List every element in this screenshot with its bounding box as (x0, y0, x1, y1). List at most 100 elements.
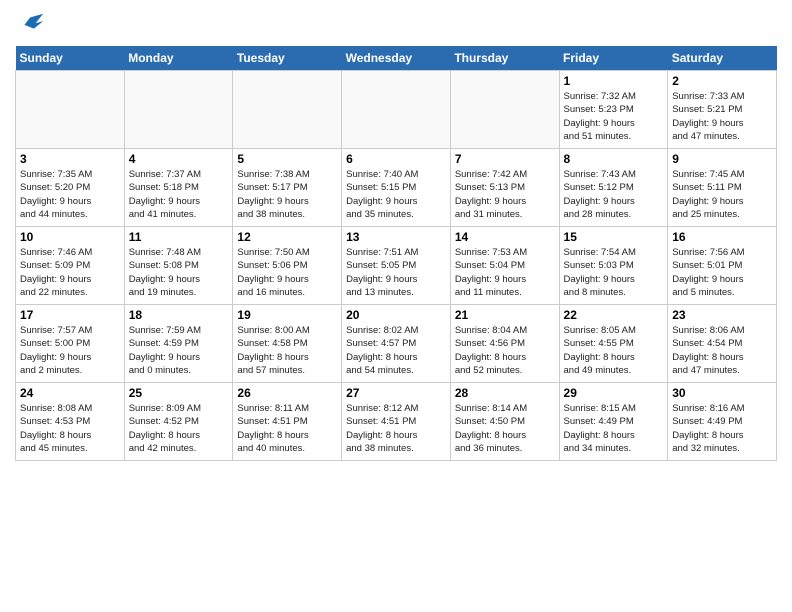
page-container: SundayMondayTuesdayWednesdayThursdayFrid… (0, 0, 792, 471)
day-number: 21 (455, 308, 555, 322)
day-number: 10 (20, 230, 120, 244)
weekday-header-wednesday: Wednesday (342, 46, 451, 71)
day-number: 7 (455, 152, 555, 166)
day-info: Sunrise: 8:00 AM Sunset: 4:58 PM Dayligh… (237, 324, 337, 377)
day-number: 15 (564, 230, 664, 244)
day-info: Sunrise: 7:59 AM Sunset: 4:59 PM Dayligh… (129, 324, 229, 377)
calendar-cell: 19 Sunrise: 8:00 AM Sunset: 4:58 PM Dayli… (233, 305, 342, 383)
day-number: 20 (346, 308, 446, 322)
calendar-cell (233, 71, 342, 149)
day-info: Sunrise: 8:16 AM Sunset: 4:49 PM Dayligh… (672, 402, 772, 455)
calendar-cell: 4 Sunrise: 7:37 AM Sunset: 5:18 PM Daylig… (124, 149, 233, 227)
day-info: Sunrise: 8:15 AM Sunset: 4:49 PM Dayligh… (564, 402, 664, 455)
day-number: 8 (564, 152, 664, 166)
weekday-header-saturday: Saturday (668, 46, 777, 71)
calendar-cell: 1Sunrise: 7:32 AM Sunset: 5:23 PM Daylig… (559, 71, 668, 149)
day-number: 5 (237, 152, 337, 166)
day-number: 3 (20, 152, 120, 166)
calendar-cell: 28Sunrise: 8:14 AM Sunset: 4:50 PM Dayli… (450, 383, 559, 461)
day-number: 29 (564, 386, 664, 400)
calendar-cell: 24 Sunrise: 8:08 AM Sunset: 4:53 PM Dayli… (16, 383, 125, 461)
day-number: 23 (672, 308, 772, 322)
calendar-cell: 30 Sunrise: 8:16 AM Sunset: 4:49 PM Dayli… (668, 383, 777, 461)
calendar-cell: 7Sunrise: 7:42 AM Sunset: 5:13 PM Daylig… (450, 149, 559, 227)
calendar-cell: 5Sunrise: 7:38 AM Sunset: 5:17 PM Daylig… (233, 149, 342, 227)
day-info: Sunrise: 7:43 AM Sunset: 5:12 PM Dayligh… (564, 168, 664, 221)
calendar-week-1: 1Sunrise: 7:32 AM Sunset: 5:23 PM Daylig… (16, 71, 777, 149)
day-number: 6 (346, 152, 446, 166)
day-info: Sunrise: 8:04 AM Sunset: 4:56 PM Dayligh… (455, 324, 555, 377)
day-number: 16 (672, 230, 772, 244)
calendar-cell (16, 71, 125, 149)
calendar-cell (124, 71, 233, 149)
calendar-table: SundayMondayTuesdayWednesdayThursdayFrid… (15, 46, 777, 461)
day-number: 24 (20, 386, 120, 400)
day-number: 25 (129, 386, 229, 400)
day-number: 1 (564, 74, 664, 88)
day-number: 26 (237, 386, 337, 400)
weekday-header-row: SundayMondayTuesdayWednesdayThursdayFrid… (16, 46, 777, 71)
day-info: Sunrise: 8:08 AM Sunset: 4:53 PM Dayligh… (20, 402, 120, 455)
day-info: Sunrise: 7:45 AM Sunset: 5:11 PM Dayligh… (672, 168, 772, 221)
day-number: 11 (129, 230, 229, 244)
calendar-week-4: 17Sunrise: 7:57 AM Sunset: 5:00 PM Dayli… (16, 305, 777, 383)
calendar-cell: 12 Sunrise: 7:50 AM Sunset: 5:06 PM Dayli… (233, 227, 342, 305)
day-info: Sunrise: 7:35 AM Sunset: 5:20 PM Dayligh… (20, 168, 120, 221)
day-info: Sunrise: 7:48 AM Sunset: 5:08 PM Dayligh… (129, 246, 229, 299)
day-number: 12 (237, 230, 337, 244)
calendar-cell: 27 Sunrise: 8:12 AM Sunset: 4:51 PM Dayli… (342, 383, 451, 461)
logo-bird-icon (17, 10, 45, 38)
day-number: 27 (346, 386, 446, 400)
calendar-cell: 29 Sunrise: 8:15 AM Sunset: 4:49 PM Dayli… (559, 383, 668, 461)
logo (15, 10, 45, 38)
weekday-header-thursday: Thursday (450, 46, 559, 71)
day-info: Sunrise: 7:37 AM Sunset: 5:18 PM Dayligh… (129, 168, 229, 221)
calendar-cell: 16Sunrise: 7:56 AM Sunset: 5:01 PM Dayli… (668, 227, 777, 305)
day-info: Sunrise: 8:12 AM Sunset: 4:51 PM Dayligh… (346, 402, 446, 455)
day-info: Sunrise: 8:11 AM Sunset: 4:51 PM Dayligh… (237, 402, 337, 455)
day-info: Sunrise: 7:46 AM Sunset: 5:09 PM Dayligh… (20, 246, 120, 299)
day-info: Sunrise: 7:40 AM Sunset: 5:15 PM Dayligh… (346, 168, 446, 221)
weekday-header-sunday: Sunday (16, 46, 125, 71)
calendar-cell: 15 Sunrise: 7:54 AM Sunset: 5:03 PM Dayli… (559, 227, 668, 305)
weekday-header-tuesday: Tuesday (233, 46, 342, 71)
day-number: 30 (672, 386, 772, 400)
day-info: Sunrise: 8:06 AM Sunset: 4:54 PM Dayligh… (672, 324, 772, 377)
day-number: 4 (129, 152, 229, 166)
day-info: Sunrise: 8:09 AM Sunset: 4:52 PM Dayligh… (129, 402, 229, 455)
calendar-cell: 26 Sunrise: 8:11 AM Sunset: 4:51 PM Dayli… (233, 383, 342, 461)
day-info: Sunrise: 7:33 AM Sunset: 5:21 PM Dayligh… (672, 90, 772, 143)
calendar-cell: 8 Sunrise: 7:43 AM Sunset: 5:12 PM Daylig… (559, 149, 668, 227)
calendar-cell (342, 71, 451, 149)
calendar-cell: 17Sunrise: 7:57 AM Sunset: 5:00 PM Dayli… (16, 305, 125, 383)
calendar-cell: 2 Sunrise: 7:33 AM Sunset: 5:21 PM Daylig… (668, 71, 777, 149)
day-info: Sunrise: 8:14 AM Sunset: 4:50 PM Dayligh… (455, 402, 555, 455)
calendar-cell: 22 Sunrise: 8:05 AM Sunset: 4:55 PM Dayli… (559, 305, 668, 383)
day-info: Sunrise: 7:54 AM Sunset: 5:03 PM Dayligh… (564, 246, 664, 299)
day-number: 14 (455, 230, 555, 244)
day-number: 17 (20, 308, 120, 322)
calendar-cell: 9 Sunrise: 7:45 AM Sunset: 5:11 PM Daylig… (668, 149, 777, 227)
weekday-header-friday: Friday (559, 46, 668, 71)
day-info: Sunrise: 8:05 AM Sunset: 4:55 PM Dayligh… (564, 324, 664, 377)
weekday-header-monday: Monday (124, 46, 233, 71)
calendar-cell: 11 Sunrise: 7:48 AM Sunset: 5:08 PM Dayli… (124, 227, 233, 305)
day-info: Sunrise: 7:50 AM Sunset: 5:06 PM Dayligh… (237, 246, 337, 299)
calendar-cell: 10 Sunrise: 7:46 AM Sunset: 5:09 PM Dayli… (16, 227, 125, 305)
day-number: 19 (237, 308, 337, 322)
day-number: 22 (564, 308, 664, 322)
calendar-cell (450, 71, 559, 149)
calendar-week-2: 3 Sunrise: 7:35 AM Sunset: 5:20 PM Daylig… (16, 149, 777, 227)
calendar-week-3: 10 Sunrise: 7:46 AM Sunset: 5:09 PM Dayli… (16, 227, 777, 305)
calendar-cell: 21 Sunrise: 8:04 AM Sunset: 4:56 PM Dayli… (450, 305, 559, 383)
calendar-cell: 3 Sunrise: 7:35 AM Sunset: 5:20 PM Daylig… (16, 149, 125, 227)
day-number: 9 (672, 152, 772, 166)
day-number: 2 (672, 74, 772, 88)
day-number: 18 (129, 308, 229, 322)
calendar-cell: 25 Sunrise: 8:09 AM Sunset: 4:52 PM Dayli… (124, 383, 233, 461)
calendar-cell: 6 Sunrise: 7:40 AM Sunset: 5:15 PM Daylig… (342, 149, 451, 227)
day-info: Sunrise: 7:51 AM Sunset: 5:05 PM Dayligh… (346, 246, 446, 299)
calendar-cell: 20 Sunrise: 8:02 AM Sunset: 4:57 PM Dayli… (342, 305, 451, 383)
day-info: Sunrise: 8:02 AM Sunset: 4:57 PM Dayligh… (346, 324, 446, 377)
calendar-cell: 13Sunrise: 7:51 AM Sunset: 5:05 PM Dayli… (342, 227, 451, 305)
